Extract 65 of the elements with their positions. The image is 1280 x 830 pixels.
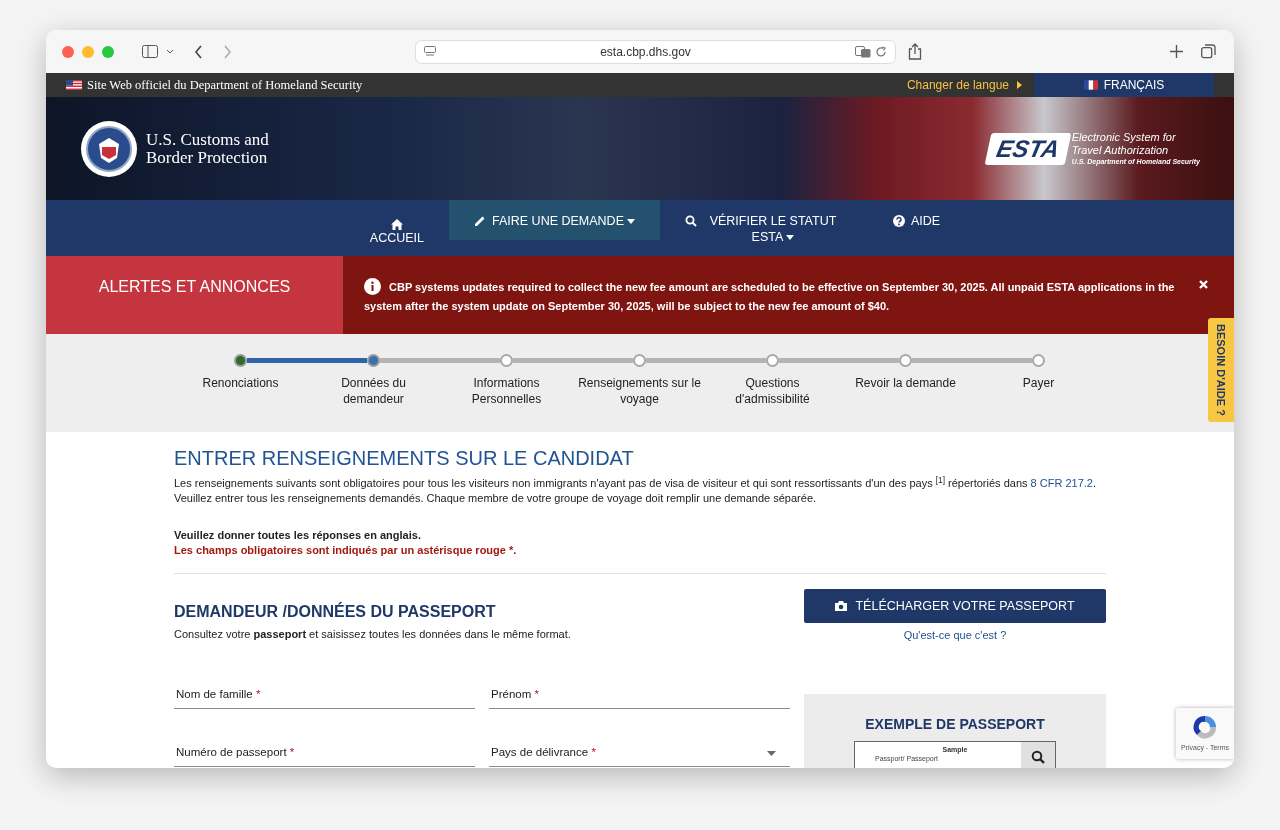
english-note: Veuillez donner toutes les réponses en anglais.: [174, 528, 422, 543]
translate-icon[interactable]: [855, 45, 871, 58]
home-icon: [390, 218, 403, 230]
step-label: Questions d'admissibilité: [734, 375, 811, 407]
close-window-button[interactable]: [62, 45, 74, 58]
reload-icon[interactable]: [875, 45, 887, 58]
nav-tab[interactable]: VÉRIFIER LE STATUT ESTA: [660, 200, 868, 249]
nav-tab[interactable]: FAIRE UNE DEMANDE: [449, 200, 660, 240]
language-selector[interactable]: FRANÇAIS: [1034, 73, 1214, 97]
caret-icon: [627, 219, 635, 225]
change-language-link[interactable]: Changer de langue: [906, 76, 1022, 94]
chevron-down-icon[interactable]: [166, 49, 174, 54]
esta-logo: ESTA: [984, 132, 1072, 165]
logo-text: Electronic System for: [1071, 130, 1177, 144]
input-field[interactable]: Pays de délivrance *: [489, 730, 790, 767]
required-note: Les champs obligatoires sont indiqués par un astérisque rouge *.: [174, 543, 518, 558]
help-side-tab[interactable]: BESOIN D'AIDE ?: [1208, 318, 1234, 422]
address-bar[interactable]: esta.cbp.dhs.gov: [415, 39, 896, 64]
intro-paragraph: Les renseignements suivants sont obligatoires pour tous les visiteurs non immigrants n'ayant pas de visa de visiteur et qui sont ressortissants d'un des pays $^{[1]}$ répertoriés dans 8 CFR 217.2. Veuillez entrer tous les renseignements demandés. Chaque membre de votre groupe de voyage doit remplir une demande séparée.: [174, 476, 1097, 506]
regulation-link[interactable]: 8 CFR 217.2: [1030, 477, 1093, 489]
dropdown-caret-icon: [767, 750, 776, 756]
alerts-heading: ALERTES ET ANNONCES: [46, 256, 343, 334]
tabs-overview-icon[interactable]: [1201, 44, 1216, 59]
step-label: Renseignements sur le voyage: [577, 375, 702, 407]
alert-message: CBP systems updates required to collect the new fee amount are scheduled to be effective on September 30, 2025. All unpaid ESTA applications in the system after the system update on September 30, 2025, will be subject to the new fee amount of $40.: [364, 278, 1195, 316]
section-instruction: Consultez votre passeport et saisissez toutes les données dans le même format.: [174, 627, 572, 642]
whats-this-link[interactable]: Qu'est-ce que c'est ?: [903, 627, 1007, 644]
sidebar-icon[interactable]: [142, 45, 158, 58]
nav-tab[interactable]: AIDE: [868, 200, 966, 240]
new-tab-icon[interactable]: [1170, 45, 1183, 58]
share-icon[interactable]: [908, 43, 922, 60]
triangle-right-icon: [1017, 81, 1022, 89]
step-label: Données du demandeur: [340, 375, 407, 407]
url-text: esta.cbp.dhs.gov: [599, 43, 692, 61]
page-icon: [424, 46, 436, 57]
upload-passport-button[interactable]: TÉLÉCHARGER VOTRE PASSEPORT: [804, 589, 1106, 623]
french-flag-icon: [1083, 80, 1098, 90]
recaptcha-icon: [1191, 713, 1219, 741]
nav-tab[interactable]: ACCUEIL: [344, 212, 449, 252]
zoom-button[interactable]: [1021, 741, 1055, 768]
help-icon: [893, 215, 905, 227]
sample-title: EXEMPLE DE PASSEPORT: [865, 714, 1045, 734]
input-field[interactable]: Prénom *: [489, 672, 790, 709]
step-label: Payer: [1021, 375, 1056, 391]
logo-text: Travel Authorization: [1071, 143, 1170, 157]
us-flag-icon: [66, 80, 82, 90]
dhs-seal-icon: [80, 119, 138, 178]
close-icon[interactable]: [1199, 280, 1208, 289]
input-field[interactable]: Numéro de passeport *: [174, 730, 475, 767]
caret-icon: [786, 235, 795, 241]
search-icon: [1031, 749, 1045, 764]
back-icon[interactable]: [194, 44, 203, 59]
step-label: Informations Personnelles: [470, 375, 543, 407]
page-title: ENTRER RENSEIGNEMENTS SUR LE CANDIDAT: [174, 446, 635, 470]
agency-name: U.S. Customs and: [146, 130, 269, 149]
step-label: Revoir la demande: [854, 375, 957, 391]
pencil-icon: [474, 215, 486, 227]
camera-icon: [835, 601, 848, 611]
search-icon: [685, 215, 697, 227]
info-icon: [364, 278, 381, 296]
section-title: DEMANDEUR /DONNÉES DU PASSEPORT: [174, 602, 497, 622]
step-label: Renonciations: [201, 375, 280, 391]
input-field[interactable]: Nom de famille *: [174, 672, 475, 709]
agency-name: Border Protection: [146, 148, 269, 167]
official-site-text: Site Web officiel du Department of Homeland Security: [87, 76, 363, 94]
